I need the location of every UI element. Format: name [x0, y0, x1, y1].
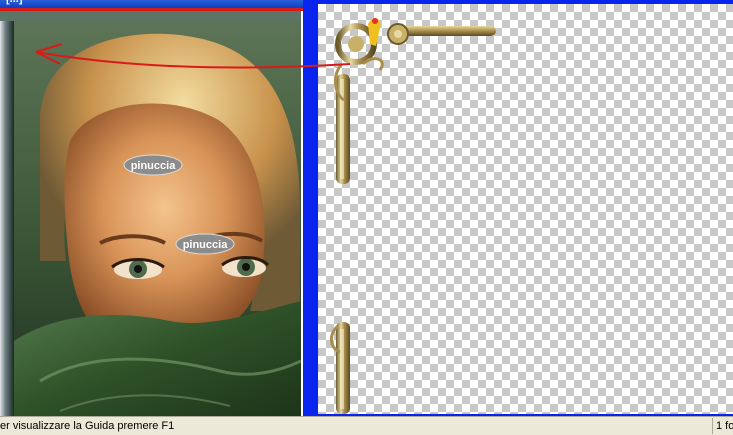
status-bar: er visualizzare la Guida premere F1 1 fo [0, 416, 733, 435]
workspace: [...] [0, 0, 733, 416]
status-pane: 1 fo [712, 418, 733, 434]
status-pane-text: 1 fo [716, 420, 733, 432]
status-message: er visualizzare la Guida premere F1 [0, 420, 175, 432]
annotation-arrow [35, 43, 351, 69]
